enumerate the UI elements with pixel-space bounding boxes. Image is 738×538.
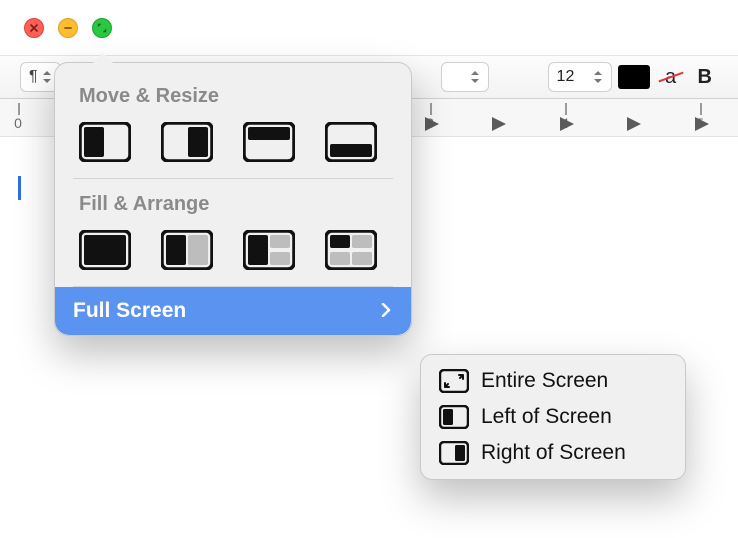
tile-right-icon[interactable] [161, 122, 213, 162]
split-left-dim-icon[interactable] [161, 230, 213, 270]
submenu-item-left-of-screen[interactable]: Left of Screen [433, 399, 673, 435]
ruler-tab-marker[interactable] [560, 117, 574, 131]
strikethrough-toggle[interactable]: a [656, 62, 686, 92]
tile-bottom-icon[interactable] [325, 122, 377, 162]
updown-icon [42, 70, 52, 84]
section-title-move-resize: Move & Resize [79, 85, 393, 108]
ruler-tab-marker[interactable] [425, 117, 439, 131]
submenu-item-entire-screen[interactable]: Entire Screen [433, 363, 673, 399]
minimize-window-button[interactable] [58, 18, 78, 38]
ruler-number: 0 [14, 115, 22, 131]
full-screen-submenu: Entire Screen Left of Screen Right of Sc… [420, 354, 686, 480]
split-3up-icon[interactable] [243, 230, 295, 270]
font-size-stepper[interactable]: 12 [548, 62, 612, 92]
close-window-button[interactable] [24, 18, 44, 38]
updown-icon [593, 70, 603, 84]
submenu-label: Entire Screen [481, 369, 608, 393]
pilcrow-icon: ¶ [29, 68, 38, 86]
full-screen-label: Full Screen [73, 299, 186, 323]
submenu-label: Left of Screen [481, 405, 612, 429]
fill-full-icon[interactable] [79, 230, 131, 270]
updown-icon [470, 70, 480, 84]
divider [73, 178, 393, 179]
tile-right-icon [439, 441, 469, 465]
fullscreen-arrows-icon [439, 369, 469, 393]
tile-left-icon[interactable] [79, 122, 131, 162]
ruler-tab-marker[interactable] [492, 117, 506, 131]
font-size-value: 12 [557, 68, 575, 86]
ruler-tab-marker[interactable] [627, 117, 641, 131]
submenu-item-right-of-screen[interactable]: Right of Screen [433, 435, 673, 471]
tile-left-icon [439, 405, 469, 429]
window-traffic-lights [24, 18, 112, 38]
move-resize-row [73, 120, 393, 178]
text-color-swatch[interactable] [618, 65, 650, 89]
chevron-right-icon [379, 299, 393, 323]
split-quad-icon[interactable] [325, 230, 377, 270]
font-family-dropdown[interactable] [441, 62, 489, 92]
submenu-label: Right of Screen [481, 441, 626, 465]
bold-toggle[interactable]: B [692, 66, 718, 89]
window-tiling-popover: Move & Resize Fill & Arrange Full Scr [54, 62, 412, 336]
text-caret [18, 176, 21, 200]
ruler-tab-marker[interactable] [695, 117, 709, 131]
full-screen-menu-item[interactable]: Full Screen [55, 287, 411, 335]
maximize-window-button[interactable] [92, 18, 112, 38]
tile-top-icon[interactable] [243, 122, 295, 162]
section-title-fill-arrange: Fill & Arrange [79, 193, 393, 216]
fill-arrange-row [73, 228, 393, 286]
